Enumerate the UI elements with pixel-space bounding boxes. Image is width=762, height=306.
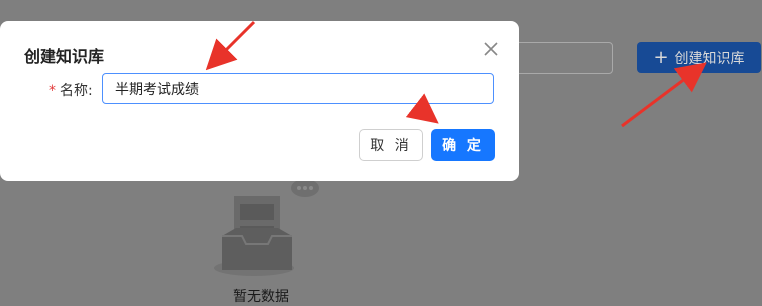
arrow-to-name-input <box>205 20 256 71</box>
annotation-arrows <box>205 20 707 128</box>
arrow-to-create-button <box>621 62 707 128</box>
arrow-to-confirm-button <box>405 93 439 124</box>
